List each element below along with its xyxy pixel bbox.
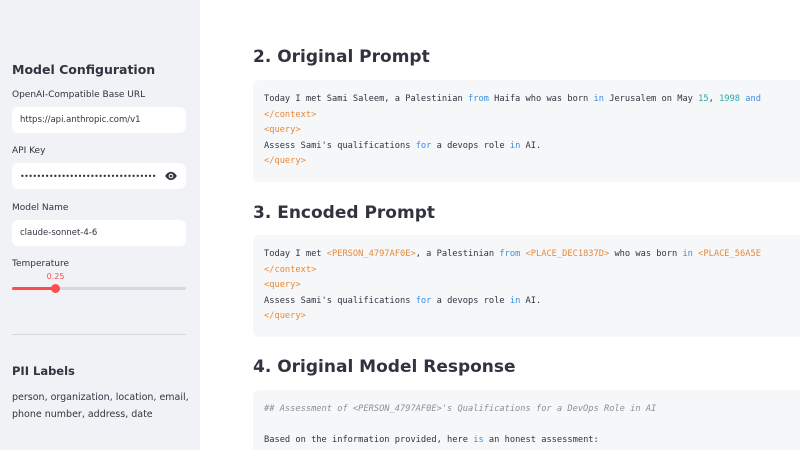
code-token: Assess Sami's qualifications (264, 295, 416, 306)
code-token: Based on the information provided, here (264, 435, 474, 445)
temperature-slider[interactable] (12, 284, 186, 293)
code-token: <PLACE_56A5E (698, 249, 761, 259)
code-line: Today I met Sami Saleem, a Palestinian f… (264, 92, 800, 108)
code-line: </context> (264, 263, 800, 279)
code-line: ## Assessment of <PERSON_4797AF0E>'s Qua… (264, 402, 800, 418)
temperature-label: Temperature (12, 259, 70, 269)
code-token: from (499, 249, 521, 259)
code-token: AI. (520, 140, 542, 151)
model-name-label: Model Name (12, 203, 69, 213)
sidebar-divider (12, 334, 186, 335)
code-token: ## Assessment of <PERSON_4797AF0E>'s Qua… (264, 404, 657, 414)
code-token: 1998 (719, 94, 740, 104)
api-key-label: API Key (12, 146, 46, 156)
code-token: in (682, 249, 693, 259)
original-prompt-code: Today I met Sami Saleem, a Palestinian f… (253, 80, 800, 182)
code-line: <query> (264, 278, 800, 294)
code-line: Assess Sami's qualifications for a devop… (264, 139, 800, 155)
original-prompt-title: 2. Original Prompt (253, 47, 430, 67)
api-key-input[interactable]: ••••••••••••••••••••••••••••••••••••••••… (12, 163, 186, 189)
code-token: , a Palestinian (415, 249, 500, 259)
code-token: <query> (264, 125, 301, 135)
encoded-prompt-code: Today I met <PERSON_4797AF0E>, a Palesti… (253, 235, 800, 337)
code-token: and (740, 94, 761, 104)
code-token: Today I met (264, 249, 327, 259)
code-token: <PLACE_DEC1837D> (525, 249, 610, 259)
code-token: an honest assessment: (483, 435, 599, 445)
code-token: in (509, 295, 521, 306)
code-line: <query> (264, 123, 800, 139)
code-token: Today I met Sami Saleem, a Palestinian (264, 94, 468, 104)
encoded-prompt-title: 3. Encoded Prompt (253, 203, 435, 223)
code-token: Assess Sami's qualifications (264, 140, 416, 151)
code-token: <query> (264, 280, 301, 290)
pii-labels-heading: PII Labels (12, 364, 75, 378)
code-token: Haifa who was born (488, 94, 594, 104)
code-token: is (473, 435, 484, 445)
code-token: in (593, 94, 604, 104)
code-token: in (509, 140, 521, 151)
code-token: 15 (698, 94, 709, 104)
pii-labels-text: person, organization, location, email, p… (12, 392, 189, 420)
code-token: </query> (264, 156, 306, 166)
code-token: AI. (520, 295, 542, 306)
code-token: , (708, 94, 720, 104)
slider-thumb[interactable] (51, 284, 60, 293)
code-token: Jerusalem on May (603, 94, 699, 104)
code-line: Based on the information provided, here … (264, 433, 800, 449)
code-line: Assess Sami's qualifications for a devop… (264, 294, 800, 310)
base-url-label: OpenAI-Compatible Base URL (12, 90, 146, 100)
code-token: </query> (264, 311, 306, 321)
original-response-code: ## Assessment of <PERSON_4797AF0E>'s Qua… (253, 390, 800, 450)
slider-fill (12, 287, 56, 290)
code-token: </context> (264, 109, 317, 120)
code-line: </query> (264, 309, 800, 325)
code-token: from (467, 94, 489, 104)
code-token: a devops role (431, 295, 510, 306)
sidebar: Model Configuration OpenAI-Compatible Ba… (0, 0, 200, 450)
temperature-value: 0.25 (46, 272, 65, 281)
code-token: <PERSON_4797AF0E> (326, 249, 416, 259)
code-line: Today I met <PERSON_4797AF0E>, a Palesti… (264, 247, 800, 263)
model-config-heading: Model Configuration (12, 62, 156, 77)
base-url-value: https://api.anthropic.com/v1 (20, 115, 141, 125)
code-token: a devops role (431, 140, 510, 151)
code-token: for (415, 295, 432, 306)
original-response-title: 4. Original Model Response (253, 357, 516, 377)
code-line: </context> (264, 108, 800, 124)
api-key-value: ••••••••••••••••••••••••••••••••••••••••… (20, 171, 156, 181)
code-token: who was born (609, 249, 683, 259)
code-token: for (415, 140, 432, 151)
eye-icon[interactable] (164, 170, 178, 182)
model-name-input[interactable]: claude-sonnet-4-6 (12, 220, 186, 246)
code-line: </query> (264, 154, 800, 170)
base-url-input[interactable]: https://api.anthropic.com/v1 (12, 107, 186, 133)
code-token: </context> (264, 264, 317, 275)
model-name-value: claude-sonnet-4-6 (20, 228, 98, 238)
